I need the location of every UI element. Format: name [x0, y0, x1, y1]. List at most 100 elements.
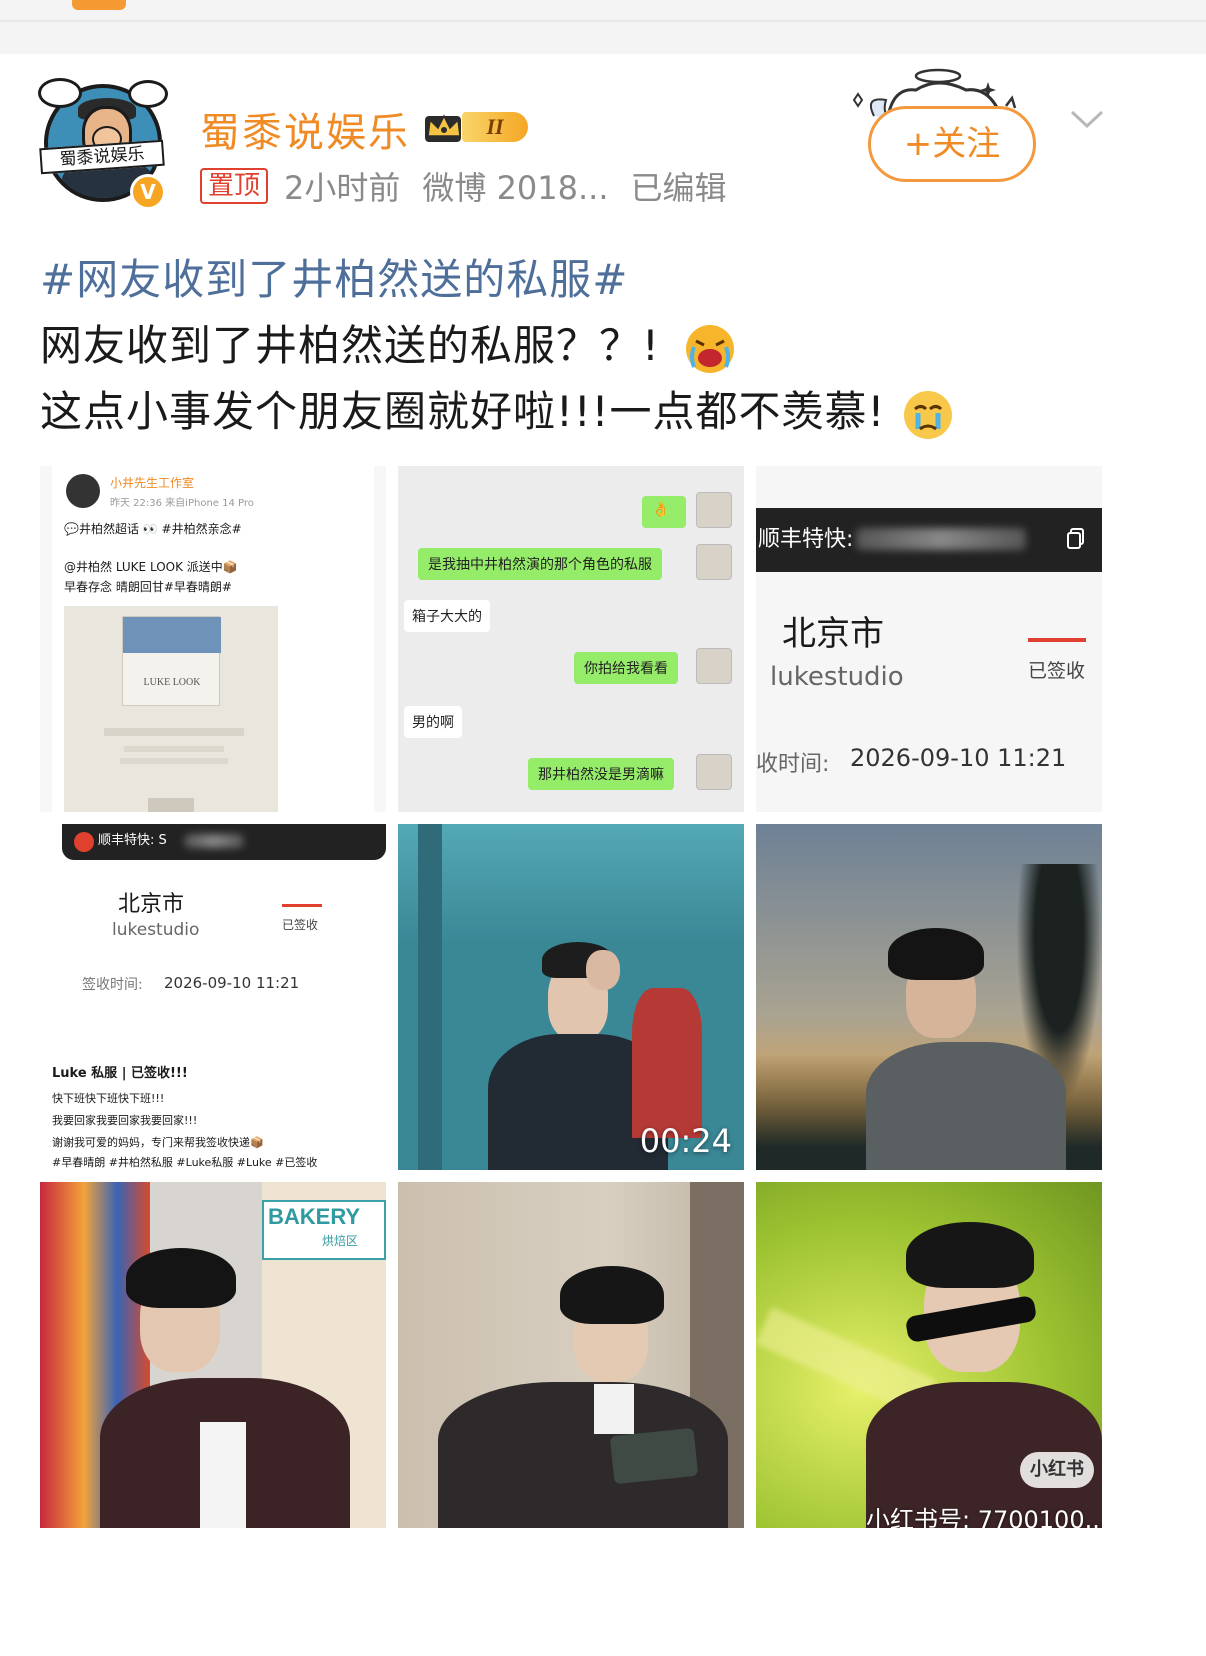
- edited-label[interactable]: 已编辑: [631, 163, 727, 209]
- image-grid: 小井先生工作室 昨天 22:36 来自iPhone 14 Pro 💬井柏然超话 …: [40, 466, 1104, 1532]
- recipient-name: lukestudio: [770, 662, 904, 692]
- sf-logo-icon: [74, 832, 94, 852]
- person-shirt: [866, 1042, 1066, 1170]
- grid-image-6[interactable]: [756, 824, 1102, 1170]
- placeholder-line: [124, 746, 224, 752]
- window-frame: [418, 824, 442, 1170]
- sign-time: 2026-09-10 11:21: [164, 974, 300, 992]
- crying-face-icon: [686, 324, 735, 373]
- tearful-face-icon: [903, 390, 952, 439]
- author-name[interactable]: 蜀黍说娱乐: [200, 100, 410, 158]
- level-badge: II: [462, 112, 528, 142]
- topic-hashtag[interactable]: #网友收到了井柏然送的私服#: [40, 246, 628, 307]
- phone-icon: [609, 1427, 699, 1485]
- video-duration: 00:24: [639, 1122, 732, 1160]
- verified-icon: V: [130, 174, 166, 210]
- carrier-label: 顺丰特快: S: [98, 833, 167, 848]
- caption-title: Luke 私服 | 已签收!!!: [52, 1066, 188, 1081]
- divider: [0, 20, 1206, 22]
- post-text-line2: 这点小事发个朋友圈就好啦!!!一点都不羡慕!: [40, 387, 886, 436]
- follow-button[interactable]: +关注: [868, 106, 1036, 182]
- post-source[interactable]: 微博 2018...: [422, 163, 608, 209]
- mini-text-1: 💬井柏然超话 👀 #井柏然亲念#: [64, 522, 242, 536]
- box-edge: [148, 798, 194, 812]
- bag-label: LUKE LOOK: [143, 677, 201, 688]
- avatar-cloud-right: [128, 80, 168, 108]
- blurred-tracking: [184, 834, 244, 848]
- copy-icon: [1067, 528, 1084, 549]
- background-face: [586, 950, 620, 990]
- person-hair: [888, 928, 984, 980]
- top-strip: [0, 0, 1206, 54]
- chat-avatar: [696, 544, 732, 580]
- post-text-line: 网友收到了井柏然送的私服？？!: [40, 312, 736, 375]
- post-text-line1: 网友收到了井柏然送的私服？？!: [40, 321, 660, 370]
- grid-image-8[interactable]: [398, 1182, 744, 1528]
- grid-image-9[interactable]: 小红书 小红书号: 7700100...: [756, 1182, 1102, 1528]
- grid-image-3[interactable]: 顺丰特快: 北京市 lukestudio 已签收 收时间: 2026-09-10…: [756, 466, 1102, 812]
- mini-account-name: 小井先生工作室: [110, 476, 195, 490]
- chat-avatar: [696, 648, 732, 684]
- xiaohongshu-badge: 小红书: [1020, 1452, 1094, 1488]
- bakery-sign-text: BAKERY: [268, 1204, 361, 1229]
- chat-bubble-right: 那井柏然没是男滴嘛: [528, 758, 674, 790]
- delivery-status: 已签收: [282, 918, 319, 932]
- person-collar: [594, 1384, 634, 1434]
- mini-meta: 昨天 22:36 来自iPhone 14 Pro: [110, 498, 254, 509]
- bag-top: [123, 617, 221, 653]
- author-avatar[interactable]: 蜀黍说娱乐 V: [38, 78, 170, 214]
- chat-bubble-right: 你拍给我看看: [574, 652, 678, 684]
- caption-line: 我要回家我要回家我要回家!!!: [52, 1114, 198, 1127]
- avatar-cloud-left: [38, 78, 82, 108]
- destination-city: 北京市: [782, 614, 884, 654]
- carrier-label: 顺丰特快:: [758, 527, 854, 552]
- chat-avatar: [696, 492, 732, 528]
- person-hair: [906, 1222, 1034, 1288]
- chat-bubble-left: 箱子大大的: [404, 600, 490, 632]
- window-backdrop: [398, 824, 744, 944]
- crown-icon: [425, 114, 461, 142]
- member-badge[interactable]: II: [422, 108, 532, 144]
- tab-indicator: [72, 0, 126, 10]
- placeholder-line: [120, 758, 228, 764]
- placeholder-line: [104, 728, 244, 736]
- arrow-icon: [1028, 638, 1086, 642]
- weibo-screenshot: 小井先生工作室 昨天 22:36 来自iPhone 14 Pro 💬井柏然超话 …: [52, 466, 374, 812]
- background-figure: [632, 988, 702, 1138]
- person-hair: [126, 1248, 236, 1308]
- grid-video[interactable]: 00:24: [398, 824, 744, 1170]
- mini-text-2: @井柏然 LUKE LOOK 派送中📦: [64, 560, 238, 574]
- chat-bubble-left: 男的啊: [404, 706, 462, 738]
- sign-time-label: 收时间:: [756, 752, 830, 777]
- destination-city: 北京市: [118, 892, 185, 917]
- delivery-status: 已签收: [1028, 660, 1086, 682]
- person-tshirt: [200, 1422, 246, 1528]
- caption-line: 谢谢我可爱的妈妈，专门来帮我签收快递📦: [52, 1136, 264, 1149]
- bakery-sign-sub: 烘焙区: [322, 1234, 359, 1248]
- luke-look-photo: LUKE LOOK: [64, 606, 278, 812]
- post-time: 2小时前: [284, 169, 401, 207]
- chevron-down-icon[interactable]: [1070, 102, 1104, 136]
- post-text-line: 这点小事发个朋友圈就好啦!!!一点都不羡慕!: [40, 378, 954, 441]
- blurred-tracking: [856, 528, 1026, 550]
- post-meta: 置顶 2小时前 微博 2018... 已编辑: [200, 163, 749, 209]
- mini-text-3: 早春存念 晴朗回甘#早春晴朗#: [64, 580, 232, 594]
- bakery-sign: BAKERY 烘焙区: [262, 1200, 386, 1260]
- sign-time: 2026-09-10 11:21: [850, 744, 1067, 772]
- chat-avatar: [696, 754, 732, 790]
- caption-line: 快下班快下班快下班!!!: [52, 1092, 165, 1105]
- grid-image-2[interactable]: 👌 是我抽中井柏然演的那个角色的私服 箱子大大的 你拍给我看看 男的啊 那井柏然…: [398, 466, 744, 812]
- shopping-bag: LUKE LOOK: [122, 616, 221, 706]
- mini-avatar: [66, 474, 100, 508]
- grid-image-4[interactable]: 顺丰特快: S 北京市 lukestudio 已签收 签收时间: 2026-09…: [40, 824, 386, 1170]
- sign-time-label: 签收时间:: [82, 977, 143, 993]
- grid-image-1[interactable]: 小井先生工作室 昨天 22:36 来自iPhone 14 Pro 💬井柏然超话 …: [40, 466, 386, 812]
- xiaohongshu-watermark: 小红书号: 7700100...: [866, 1506, 1102, 1528]
- chat-bubble-right: 👌: [642, 496, 686, 528]
- person-hair: [560, 1266, 664, 1324]
- caption-tags: #早春晴朗 #井柏然私服 #Luke私服 #Luke #已签收: [52, 1156, 318, 1169]
- arrow-icon: [282, 904, 322, 907]
- chat-bubble-right: 是我抽中井柏然演的那个角色的私服: [418, 548, 662, 580]
- recipient-name: lukestudio: [112, 920, 200, 940]
- grid-image-7[interactable]: BAKERY 烘焙区: [40, 1182, 386, 1528]
